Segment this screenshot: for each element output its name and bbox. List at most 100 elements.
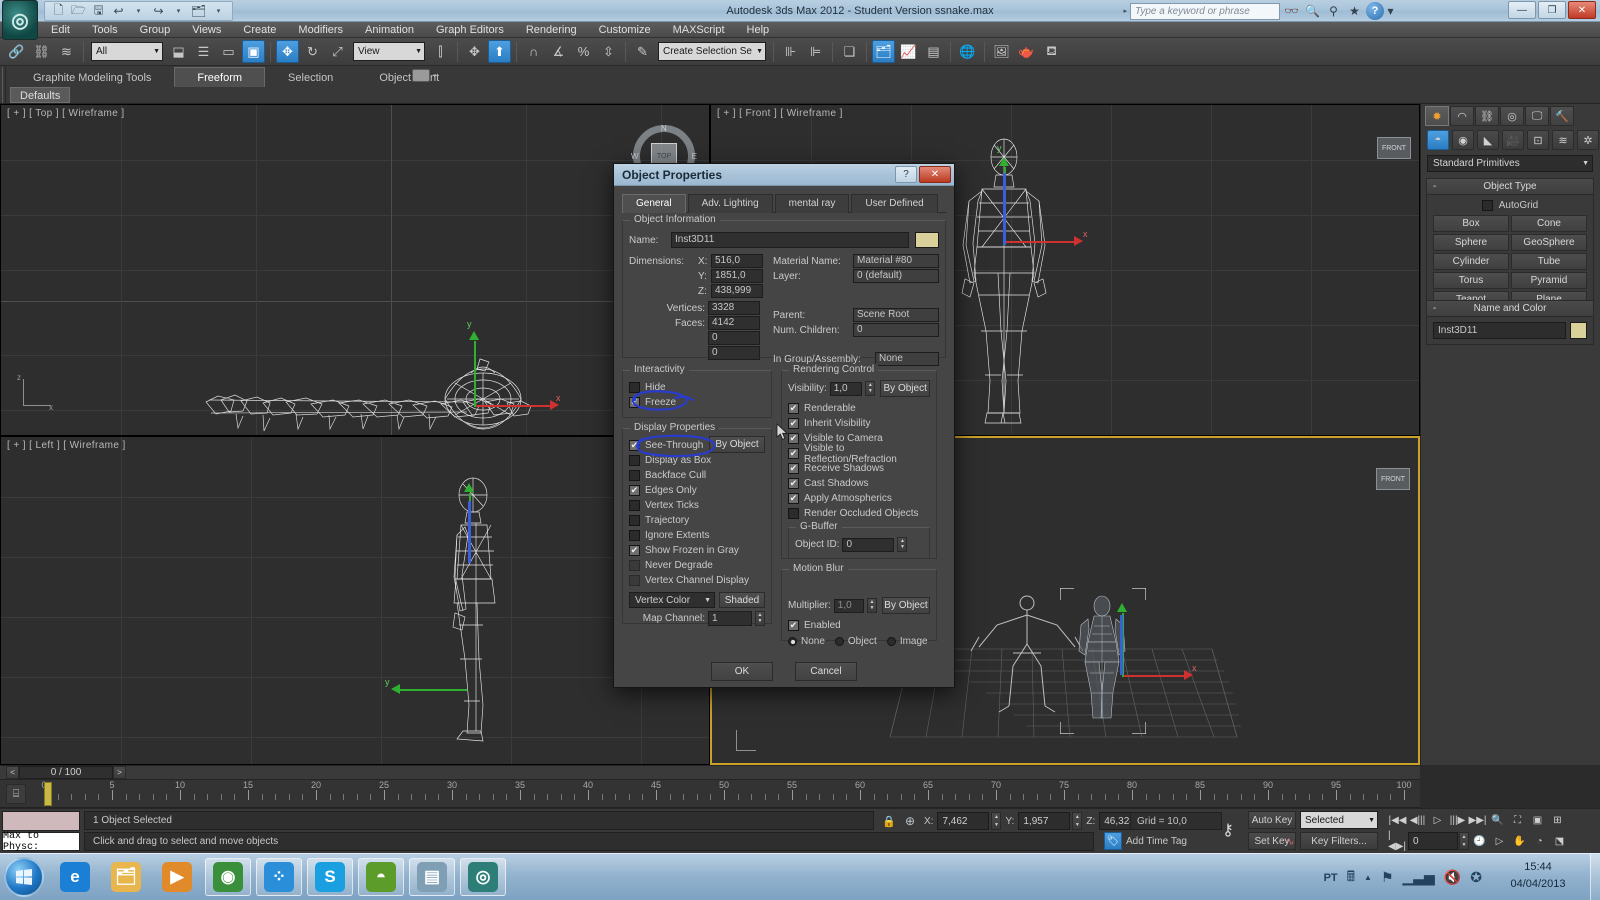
display-row[interactable]: Backface Cull [629,468,765,483]
skype-icon[interactable]: S [307,858,353,896]
rendering-row[interactable]: Render Occluded Objects [788,506,930,521]
key-mode-toggle-button[interactable]: |◀▶| [1388,830,1407,852]
goto-start-button[interactable]: |◀◀ [1388,811,1407,829]
display-ignore-extents-checkbox[interactable] [629,530,640,541]
primitive-category-combo[interactable]: Standard Primitives ▼ [1427,155,1593,172]
task-manager-icon[interactable]: ▤ [409,858,455,896]
display-by-object-button[interactable]: By Object [709,436,765,453]
rendering-row[interactable]: Visible to Reflection/Refraction [788,443,930,465]
search-binoculars-icon[interactable]: 👓 [1282,2,1301,20]
display-see-through-checkbox[interactable] [629,440,640,451]
reference-coordinate-combo[interactable]: View ▼ [353,42,425,61]
rendering-row[interactable]: Inherit Visibility [788,416,930,431]
select-and-manipulate-icon[interactable]: ⬆ [488,40,511,63]
render-iterative-icon[interactable]: ⛾ [1040,40,1063,63]
select-and-move-icon[interactable]: ✥ [276,40,299,63]
selection-region-icon[interactable]: ▭ [217,40,240,63]
ribbon-grip[interactable] [2,67,6,103]
bind-to-space-warp-icon[interactable]: ≋ [55,40,78,63]
qat-dropdown-icon[interactable]: ▾ [210,3,227,19]
dialog-tab-general[interactable]: General [622,194,686,213]
shaded-button[interactable]: Shaded [719,592,765,608]
subscription-icon[interactable]: ⚲ [1324,2,1343,20]
visibility-value[interactable]: 1,0 [829,381,863,396]
move-gizmo-perspective[interactable]: x [1082,583,1202,693]
snaps-toggle-icon[interactable]: ∩ [522,40,545,63]
display-row[interactable]: Vertex Ticks [629,498,765,513]
dialog-close-button[interactable]: ✕ [919,166,951,183]
script-listener-pane[interactable] [2,811,80,831]
track-bar[interactable]: ⌸ 05101520253035404550556065707580859095… [0,780,1420,808]
menu-item-graph-editors[interactable]: Graph Editors [425,22,515,38]
pan-view-button[interactable]: ✋ [1510,832,1529,850]
undo-icon[interactable]: ↩ [110,3,127,19]
display-row[interactable]: Ignore Extents [629,528,765,543]
language-indicator[interactable]: PT [1324,872,1338,884]
menu-item-maxscript[interactable]: MAXScript [662,22,736,38]
open-mini-curve-editor-icon[interactable]: ⌸ [6,784,26,804]
rendering-row[interactable]: Renderable [788,401,930,416]
unlink-selection-icon[interactable]: ⛓ [30,40,53,63]
use-pivot-point-center-icon[interactable]: ⫿ [429,40,452,63]
motion-tab[interactable]: ◎ [1500,106,1524,126]
restore-button[interactable]: ❐ [1538,1,1566,19]
add-time-tag-label[interactable]: Add Time Tag [1126,836,1187,847]
selection-filter-combo[interactable]: All ▼ [91,42,163,61]
rendering-row[interactable]: Cast Shadows [788,476,930,491]
frame-ruler[interactable]: 0510152025303540455055606570758085909510… [36,780,1420,808]
viewport-perspective-nav-badge[interactable]: FRONT [1376,468,1410,490]
helpers-button[interactable]: ⊡ [1527,130,1549,150]
display-tab[interactable]: 🖵 [1525,106,1549,126]
object-type-sphere-button[interactable]: Sphere [1433,234,1509,251]
object-name-input[interactable]: Inst3D11 [1433,322,1566,339]
menu-item-group[interactable]: Group [129,22,182,38]
windows-explorer-icon[interactable]: 🗂 [103,858,149,896]
signal-icon[interactable]: ▁▃▅ [1403,869,1435,886]
new-icon[interactable]: 🗋 [50,3,67,19]
autogrid-row[interactable]: AutoGrid [1427,195,1593,215]
move-gizmo-front[interactable]: x y [959,141,1088,251]
close-button[interactable]: ✕ [1568,1,1596,19]
minimize-button[interactable]: — [1508,1,1536,19]
display-row[interactable]: Never Degrade [629,558,765,573]
menu-item-rendering[interactable]: Rendering [515,22,588,38]
steam-icon[interactable]: ◓ [358,858,404,896]
named-selection-set-combo[interactable]: Create Selection Se ▼ [658,42,766,61]
interactivity-row[interactable]: Freeze [629,395,765,410]
display-row[interactable]: Vertex Channel Display [629,573,765,588]
motion-blur-option-image[interactable]: Image [886,636,928,647]
display-row[interactable]: Display as Box [629,453,765,468]
display-trajectory-checkbox[interactable] [629,515,640,526]
display-vertex-ticks-checkbox[interactable] [629,500,640,511]
move-gizmo-top[interactable]: x y [456,319,566,417]
tixati-icon[interactable]: ⁘ [256,858,302,896]
auto-key-button[interactable]: Auto Key [1248,811,1296,829]
absolute-relative-transform-icon[interactable]: ⊕ [900,812,920,830]
select-and-scale-icon[interactable]: ⤢ [326,40,349,63]
clock[interactable]: 15:44 04/04/2013 [1492,859,1584,893]
3dsmax-icon[interactable]: ◎ [460,858,506,896]
coord-input-x[interactable]: 7,462 [937,812,990,830]
frame-number-input[interactable]: 0 [1408,832,1458,850]
next-frame-button[interactable]: |||▶ [1448,811,1467,829]
rendering-visible-to-reflection-refraction-checkbox[interactable] [788,448,799,459]
menu-item-views[interactable]: Views [181,22,232,38]
menu-item-help[interactable]: Help [736,22,781,38]
key-mode-selection-combo[interactable]: Selected ▼ [1300,811,1378,829]
help-dropdown-icon[interactable]: ▾ [1386,2,1395,20]
lights-button[interactable]: ◣ [1477,130,1499,150]
map-channel-spinner[interactable]: ▲ ▼ [755,611,765,626]
ok-button[interactable]: OK [711,662,773,681]
modify-tab[interactable]: ◠ [1450,106,1474,126]
coord-spinner-x[interactable]: ▲ ▼ [991,812,1002,830]
next-frame-arrow[interactable]: > [112,766,127,779]
object-color-swatch[interactable] [915,232,939,248]
google-chrome-icon[interactable]: ◉ [205,858,251,896]
object-type-box-button[interactable]: Box [1433,215,1509,232]
display-edges-only-checkbox[interactable] [629,485,640,496]
material-editor-icon[interactable]: 🌐 [956,40,979,63]
interactivity-row[interactable]: Hide [629,380,765,395]
object-id-value[interactable]: 0 [842,537,895,552]
rendering-render-occluded-objects-checkbox[interactable] [788,508,799,519]
display-vertex-channel-display-checkbox[interactable] [629,575,640,586]
